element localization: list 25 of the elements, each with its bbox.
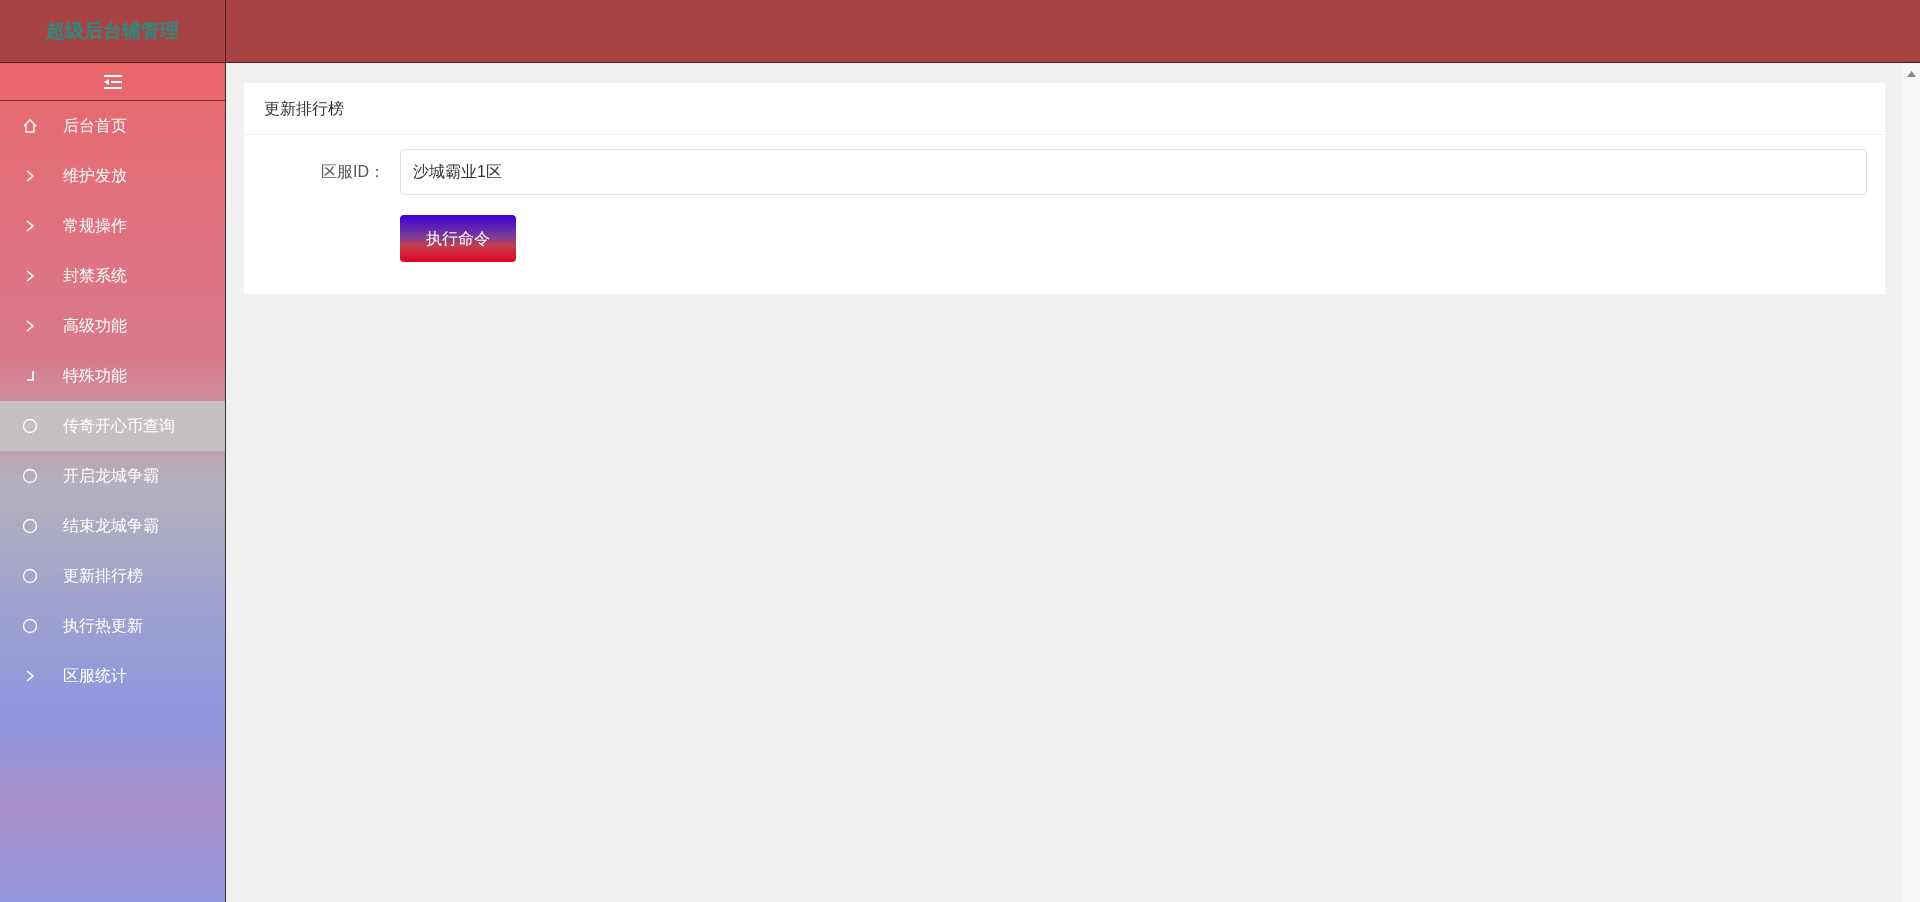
execute-button[interactable]: 执行命令: [400, 215, 516, 262]
circle-icon: [22, 418, 38, 434]
sidebar-item[interactable]: 维护发放: [0, 151, 225, 201]
sidebar-item[interactable]: 封禁系统: [0, 251, 225, 301]
panel-title: 更新排行榜: [264, 98, 344, 119]
zone-id-field[interactable]: 沙城霸业1区: [400, 149, 1867, 195]
menu-collapse-icon: [103, 74, 122, 89]
circle-icon: [22, 568, 38, 584]
sidebar-subitem[interactable]: 开启龙城争霸: [0, 451, 225, 501]
circle-icon: [22, 518, 38, 534]
sidebar-item[interactable]: 区服统计: [0, 651, 225, 701]
circle-icon: [22, 618, 38, 634]
sidebar-subitem[interactable]: 更新排行榜: [0, 551, 225, 601]
sidebar-item[interactable]: 常规操作: [0, 201, 225, 251]
field-label: 区服ID：: [320, 162, 386, 182]
circle-icon: [22, 468, 38, 484]
sidebar-subitem[interactable]: 执行热更新: [0, 601, 225, 651]
sidebar-item[interactable]: 高级功能: [0, 301, 225, 351]
home-icon: [22, 118, 38, 134]
logo-title: 超级后台辅管理: [46, 18, 179, 43]
sidebar-subitem[interactable]: 传奇开心币查询: [0, 401, 225, 451]
sidebar-item[interactable]: 特殊功能: [0, 351, 225, 401]
sidebar-item[interactable]: 后台首页: [0, 101, 225, 151]
sidebar-subitem[interactable]: 结束龙城争霸: [0, 501, 225, 551]
scroll-up-icon[interactable]: [1907, 71, 1916, 77]
